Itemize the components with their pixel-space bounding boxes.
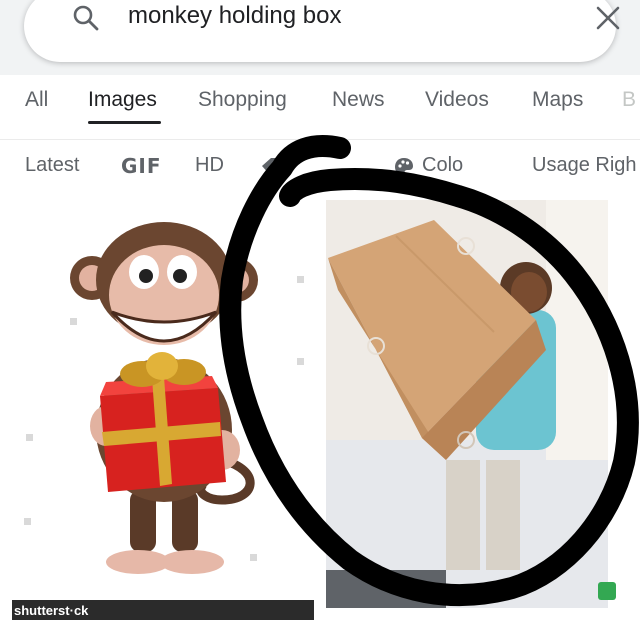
filter-chips: Latest GIF HD Colo Usage Righ: [0, 140, 640, 196]
search-bar[interactable]: monkey holding box: [24, 0, 620, 62]
active-tab-indicator: [88, 121, 161, 124]
tag-icon[interactable]: [260, 156, 282, 178]
search-input[interactable]: monkey holding box: [128, 2, 341, 30]
search-tabs: All Images Shopping News Videos Maps B: [0, 75, 640, 140]
result-image-box[interactable]: [326, 200, 628, 608]
tab-books[interactable]: B: [622, 88, 636, 112]
tab-all[interactable]: All: [25, 88, 48, 112]
watermark-shutterstock: shutterst·ck: [14, 603, 89, 618]
chip-hd[interactable]: HD: [195, 154, 224, 177]
child-holding-box-photo: [326, 200, 628, 608]
search-area: monkey holding box: [0, 0, 640, 75]
result-image-monkey[interactable]: [12, 200, 314, 620]
tab-videos[interactable]: Videos: [425, 88, 489, 112]
monkey-illustration: [24, 222, 304, 574]
chip-latest[interactable]: Latest: [25, 154, 79, 177]
tab-news[interactable]: News: [332, 88, 385, 112]
close-icon[interactable]: [594, 4, 622, 32]
tab-shopping[interactable]: Shopping: [198, 88, 287, 112]
palette-icon[interactable]: [393, 156, 415, 178]
chip-usage-rights[interactable]: Usage Righ: [532, 154, 637, 177]
tab-maps[interactable]: Maps: [532, 88, 583, 112]
search-icon[interactable]: [72, 4, 100, 32]
tab-images[interactable]: Images: [88, 88, 157, 112]
chip-color[interactable]: Colo: [422, 154, 463, 177]
chip-gif[interactable]: GIF: [121, 154, 162, 178]
